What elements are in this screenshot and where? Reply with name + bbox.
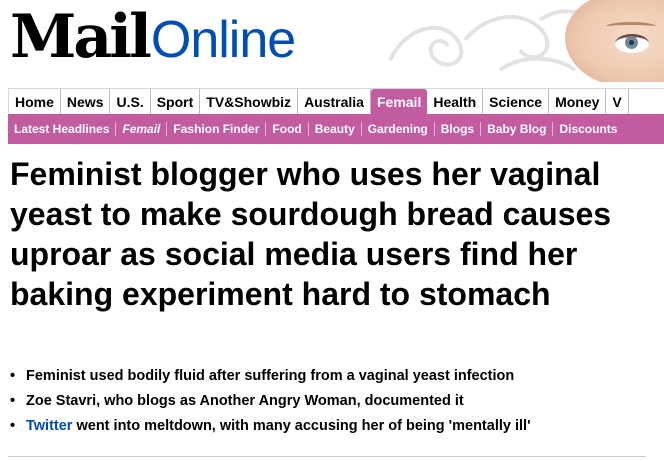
nav-item-sport[interactable]: Sport: [151, 89, 201, 115]
summary-bullet: • Feminist used bodily fluid after suffe…: [8, 364, 664, 389]
bullet-dot-icon: •: [10, 393, 16, 409]
face-brow: [606, 22, 656, 31]
nav-item-money[interactable]: Money: [549, 89, 607, 115]
article-summary-bullets: • Feminist used bodily fluid after suffe…: [8, 364, 664, 439]
subnav-item-blogs[interactable]: Blogs: [435, 122, 482, 136]
logo-mail-text: Mail: [10, 2, 152, 72]
face-iris: [625, 36, 638, 49]
summary-bullet: • Twitter went into meltdown, with many …: [8, 414, 664, 439]
summary-bullet: • Zoe Stavri, who blogs as Another Angry…: [8, 389, 664, 414]
masthead: Mail Online: [0, 0, 664, 82]
primary-nav: Home News U.S. Sport TV&Showbiz Australi…: [8, 88, 664, 115]
bullet-dot-icon: •: [10, 368, 16, 384]
twitter-link[interactable]: Twitter: [26, 418, 72, 434]
nav-item-video-truncated[interactable]: V: [606, 89, 629, 115]
logo-online-text: Online: [150, 11, 296, 69]
subnav-item-latest-headlines[interactable]: Latest Headlines: [8, 122, 117, 136]
summary-bullet-text: went into meltdown, with many accusing h…: [72, 418, 531, 434]
mailonline-logo[interactable]: Mail Online: [10, 2, 296, 75]
subnav-item-fashion-finder[interactable]: Fashion Finder: [167, 122, 267, 136]
bullet-dot-icon: •: [10, 418, 16, 434]
nav-item-femail[interactable]: Femail: [370, 89, 428, 115]
summary-bullet-text: Zoe Stavri, who blogs as Another Angry W…: [26, 393, 464, 409]
subnav-item-femail[interactable]: Femail: [116, 122, 168, 136]
subnav-item-gardening[interactable]: Gardening: [362, 122, 435, 136]
femail-subnav: Latest Headlines Femail Fashion Finder F…: [8, 114, 664, 144]
nav-item-tvshowbiz[interactable]: TV&Showbiz: [200, 89, 299, 115]
subnav-item-discounts[interactable]: Discounts: [553, 122, 623, 136]
nav-item-us[interactable]: U.S.: [110, 89, 151, 115]
nav-item-home[interactable]: Home: [9, 89, 61, 115]
nav-item-australia[interactable]: Australia: [298, 89, 371, 115]
subnav-item-food[interactable]: Food: [266, 122, 309, 136]
nav-item-health[interactable]: Health: [427, 89, 484, 115]
article-headline: Feminist blogger who uses her vaginal ye…: [10, 156, 612, 312]
summary-bullet-text: Feminist used bodily fluid after sufferi…: [26, 368, 515, 384]
subnav-item-baby-blog[interactable]: Baby Blog: [481, 122, 554, 136]
nav-item-science[interactable]: Science: [483, 89, 550, 115]
divider: [8, 456, 646, 457]
nav-item-news[interactable]: News: [61, 89, 111, 115]
subnav-item-beauty[interactable]: Beauty: [309, 122, 362, 136]
